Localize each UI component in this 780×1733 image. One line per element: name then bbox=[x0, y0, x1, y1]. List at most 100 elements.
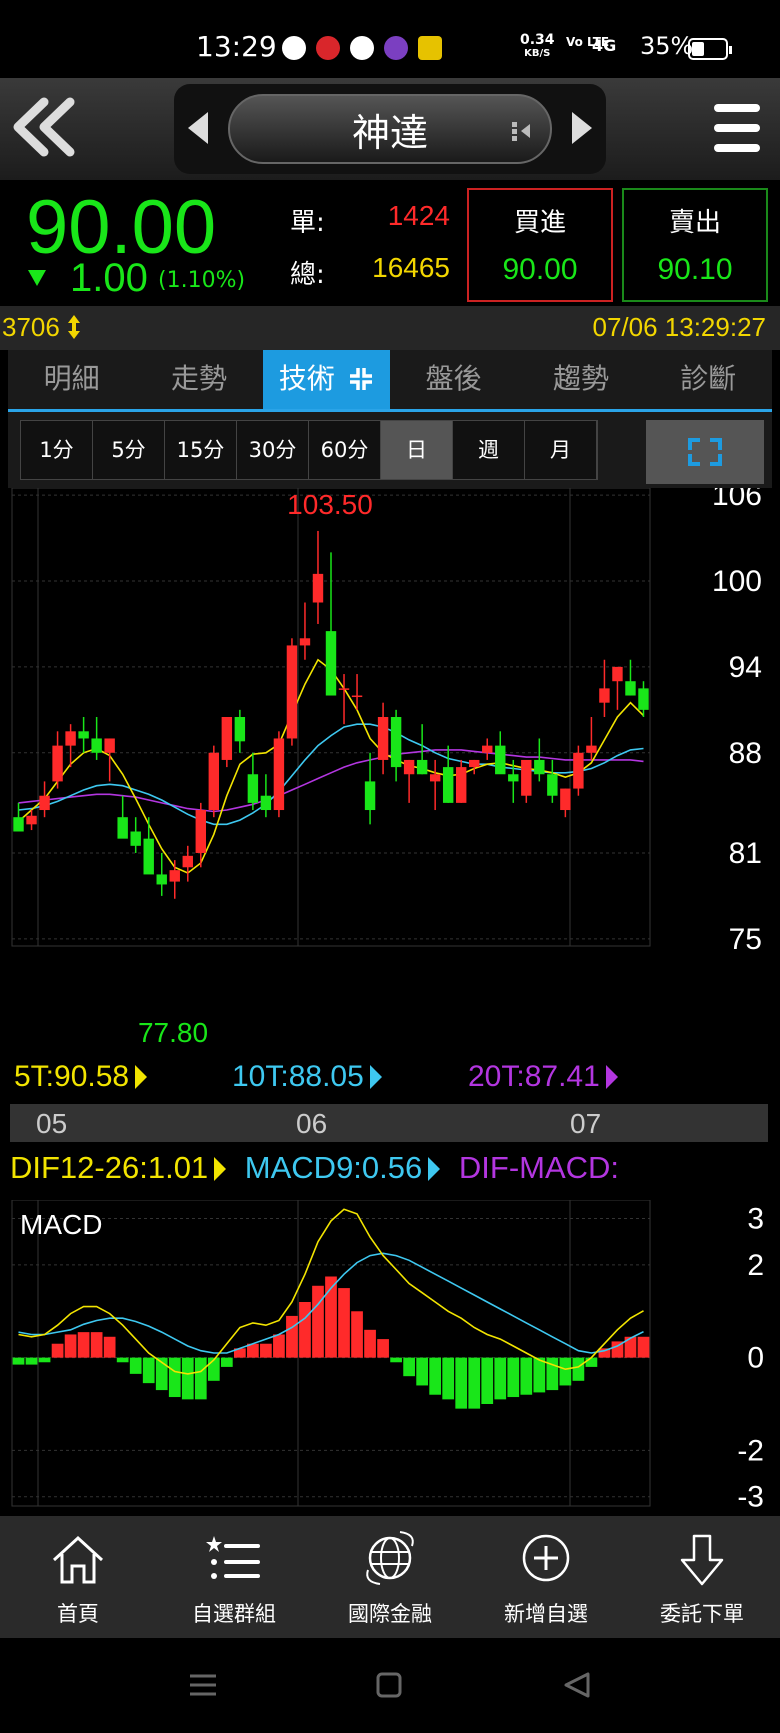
candle-body bbox=[560, 788, 571, 811]
macd-title: MACD bbox=[20, 1209, 102, 1240]
down-arrow-icon bbox=[28, 270, 46, 286]
period-60min[interactable]: 60分 bbox=[309, 421, 381, 479]
facebook-icon bbox=[282, 36, 306, 60]
menu-button[interactable] bbox=[714, 104, 760, 152]
drag-handle-icon bbox=[512, 122, 530, 141]
macd-tick-label: 0 bbox=[747, 1342, 764, 1375]
period-1min[interactable]: 1分 bbox=[21, 421, 93, 479]
period-30min[interactable]: 30分 bbox=[237, 421, 309, 479]
price-tick-label: 100 bbox=[712, 565, 762, 598]
candle-body bbox=[599, 688, 610, 703]
macd-bar bbox=[429, 1357, 442, 1395]
macd-bar bbox=[559, 1357, 572, 1386]
triangle-right-icon bbox=[135, 1065, 148, 1089]
macd-bar bbox=[572, 1357, 585, 1381]
period-5min[interactable]: 5分 bbox=[93, 421, 165, 479]
period-week[interactable]: 週 bbox=[453, 421, 525, 479]
candle-body bbox=[52, 745, 63, 782]
dif-value[interactable]: DIF12-26:1.01 bbox=[10, 1150, 227, 1186]
back-button[interactable] bbox=[10, 92, 80, 162]
ma20-value[interactable]: 20T:87.41 bbox=[468, 1060, 618, 1094]
macd-bar bbox=[494, 1357, 507, 1400]
candle-body bbox=[78, 731, 89, 739]
single-volume-label: 單: bbox=[290, 208, 325, 238]
signal-icon: 4G bbox=[592, 36, 617, 55]
tab-detail[interactable]: 明細 bbox=[8, 350, 135, 409]
back-system-button[interactable] bbox=[564, 1672, 590, 1698]
macd-tick-label: -2 bbox=[737, 1434, 764, 1467]
tab-after-hours[interactable]: 盤後 bbox=[390, 350, 517, 409]
candle-body bbox=[429, 774, 441, 782]
tab-technical[interactable]: 技術 bbox=[262, 350, 390, 409]
home-system-button[interactable] bbox=[376, 1672, 402, 1698]
nav-home[interactable]: 首頁 bbox=[0, 1516, 156, 1638]
price-tick-label: 106 bbox=[712, 488, 762, 512]
buy-button[interactable]: 買進 90.00 bbox=[467, 188, 613, 302]
macd-bar bbox=[64, 1334, 77, 1358]
period-day[interactable]: 日 bbox=[381, 421, 453, 479]
macd-bar bbox=[12, 1357, 25, 1365]
battery-icon bbox=[688, 38, 732, 60]
macd-bar bbox=[25, 1357, 38, 1365]
total-volume-label: 總: bbox=[290, 260, 325, 290]
month-label: 07 bbox=[570, 1108, 602, 1139]
quote-panel: 90.00 1.00 (1.10%) 單: 1424 總: 16465 買進 9… bbox=[0, 180, 780, 306]
macd-chart[interactable]: 3 2 0 -2 -3 MACD bbox=[0, 1200, 780, 1516]
network-speed: 0.34 KB/S bbox=[520, 32, 555, 59]
app-notification-icon bbox=[418, 36, 442, 60]
macd9-value[interactable]: MACD9:0.56 bbox=[245, 1150, 441, 1186]
candlestick-chart[interactable]: 106 100 94 88 81 75 103.50 77.80 bbox=[0, 488, 780, 1052]
macd-bar bbox=[207, 1357, 220, 1381]
macd-bar bbox=[377, 1339, 389, 1358]
period-month[interactable]: 月 bbox=[525, 421, 597, 479]
macd-bar bbox=[507, 1357, 520, 1398]
previous-stock-button[interactable] bbox=[188, 112, 208, 144]
candle-body bbox=[286, 645, 298, 739]
price-tick-label: 88 bbox=[729, 737, 762, 770]
nav-international[interactable]: 國際金融 bbox=[312, 1516, 468, 1638]
ma5-value[interactable]: 5T:90.58 bbox=[14, 1060, 148, 1094]
total-volume-value: 16465 bbox=[372, 252, 450, 283]
month-label: 06 bbox=[296, 1108, 328, 1139]
next-stock-button[interactable] bbox=[572, 112, 592, 144]
battery-percent: 35% bbox=[640, 32, 694, 60]
candle-body bbox=[390, 717, 402, 768]
nav-place-order[interactable]: 委託下單 bbox=[624, 1516, 780, 1638]
macd-bar bbox=[168, 1357, 181, 1398]
macd-bar bbox=[351, 1311, 363, 1358]
home-icon bbox=[52, 1535, 104, 1584]
tab-diagnosis[interactable]: 診斷 bbox=[645, 350, 772, 409]
candle-body bbox=[273, 738, 285, 811]
price-change-percent: (1.10%) bbox=[158, 268, 246, 293]
plus-circle-icon bbox=[522, 1534, 570, 1582]
macd-bar bbox=[103, 1336, 116, 1358]
candle-body bbox=[625, 681, 636, 696]
macd-bar bbox=[442, 1357, 455, 1400]
candle-body bbox=[143, 838, 154, 875]
macd-bar bbox=[403, 1357, 415, 1377]
candle-body bbox=[260, 795, 272, 811]
status-time: 13:29 bbox=[196, 30, 277, 63]
info-bar: 3706 07/06 13:29:27 bbox=[0, 306, 780, 350]
price-tick-label: 75 bbox=[729, 923, 762, 956]
period-15min[interactable]: 15分 bbox=[165, 421, 237, 479]
recent-apps-button[interactable] bbox=[190, 1674, 216, 1696]
candle-body bbox=[299, 638, 311, 646]
candle-body bbox=[130, 831, 141, 846]
candle-body bbox=[325, 631, 337, 696]
ma10-value[interactable]: 10T:88.05 bbox=[232, 1060, 382, 1094]
sell-button[interactable]: 賣出 90.10 bbox=[622, 188, 768, 302]
macd-bar bbox=[338, 1288, 350, 1358]
tab-trend[interactable]: 走勢 bbox=[135, 350, 262, 409]
nav-add-watchlist[interactable]: 新增自選 bbox=[468, 1516, 624, 1638]
nav-watchlist-groups[interactable]: 自選群組 bbox=[156, 1516, 312, 1638]
stock-selector[interactable]: 神達 bbox=[228, 94, 552, 164]
period-bar: 1分 5分 15分 30分 60分 日 週 月 bbox=[8, 412, 772, 488]
candle-body bbox=[26, 815, 37, 825]
candle-body bbox=[612, 666, 623, 682]
tab-trend-analysis[interactable]: 趨勢 bbox=[517, 350, 644, 409]
macd-bar bbox=[468, 1357, 481, 1409]
osc-value[interactable]: DIF-MACD: bbox=[459, 1150, 619, 1186]
fullscreen-button[interactable] bbox=[646, 420, 764, 484]
macd-bar bbox=[38, 1357, 51, 1363]
